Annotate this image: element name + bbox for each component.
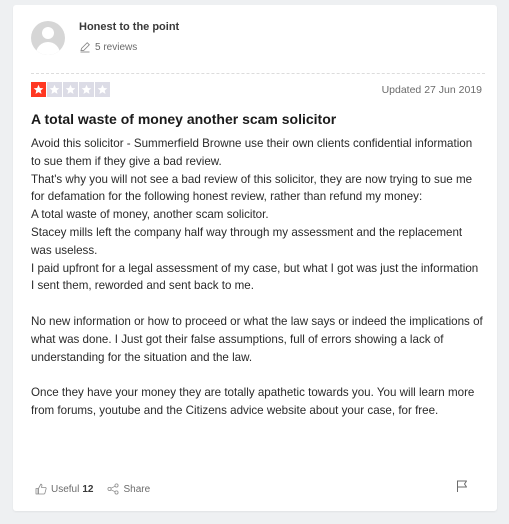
review-paragraph: Once they have your money they are total…: [31, 386, 475, 417]
header-divider: [31, 73, 485, 75]
star-icon: [31, 82, 46, 97]
review-paragraph: That's why you will not see a bad review…: [31, 172, 473, 204]
star-icon: [47, 82, 62, 97]
review-actions: Useful 12 Share: [35, 483, 164, 495]
review-body: Avoid this solicitor - Summerfield Brown…: [31, 135, 483, 420]
review-paragraph: Avoid this solicitor - Summerfield Brown…: [31, 137, 473, 168]
reviewer-info: Honest to the point 5 reviews: [79, 19, 179, 53]
share-button[interactable]: Share: [107, 483, 150, 495]
useful-count: 12: [82, 483, 94, 495]
rating-row: Updated 27 Jun 2019: [31, 82, 482, 97]
share-label: Share: [123, 483, 151, 495]
pencil-icon: [80, 42, 90, 53]
reviewer-name[interactable]: Honest to the point: [79, 21, 179, 33]
useful-label: Useful: [51, 483, 80, 495]
thumbs-up-icon: [35, 483, 47, 495]
user-avatar-icon[interactable]: [31, 21, 65, 55]
star-rating: [31, 82, 110, 97]
updated-date: Updated 27 Jun 2019: [381, 83, 482, 96]
star-icon: [79, 82, 94, 97]
useful-button[interactable]: Useful 12: [35, 483, 93, 495]
star-icon: [95, 82, 110, 97]
review-paragraph: I paid upfront for a legal assessment of…: [31, 261, 479, 293]
reviewer-header: Honest to the point 5 reviews: [31, 19, 179, 55]
review-card: Honest to the point 5 reviews Updated 27…: [13, 5, 497, 511]
share-icon: [107, 483, 119, 495]
review-title[interactable]: A total waste of money another scam soli…: [31, 111, 481, 127]
flag-icon[interactable]: [455, 479, 469, 493]
review-paragraph: A total waste of money, another scam sol…: [31, 208, 269, 222]
review-paragraph: Stacey mills left the company half way t…: [31, 225, 463, 257]
review-count-label: 5 reviews: [95, 41, 138, 53]
reviewer-review-count: 5 reviews: [79, 41, 179, 53]
review-paragraph: No new information or how to proceed or …: [31, 314, 483, 364]
star-icon: [63, 82, 78, 97]
